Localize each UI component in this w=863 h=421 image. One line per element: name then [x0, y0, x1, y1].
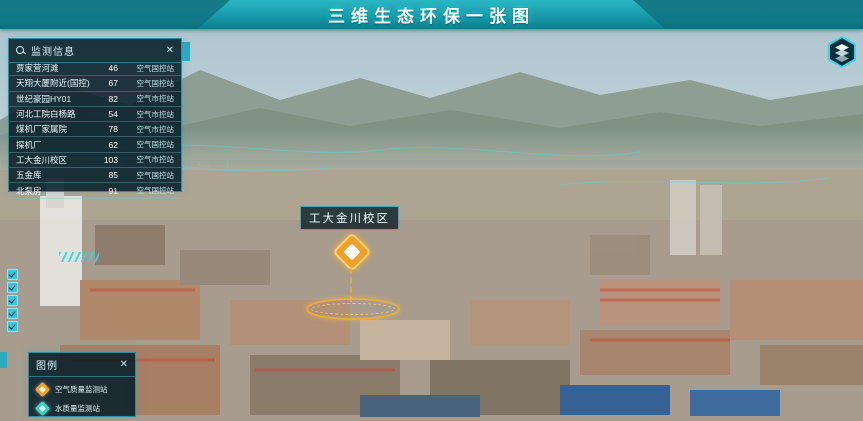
page-title: 三维生态环保一张图 [328, 2, 535, 27]
station-type: 空气市控站 [122, 109, 174, 120]
station-type: 空气国控站 [122, 170, 174, 181]
station-value: 103 [98, 155, 118, 165]
station-type: 空气市控站 [122, 154, 174, 165]
marker-diamond-icon [35, 401, 51, 417]
map-legend-panel: 图例 ✕ 空气质量监测站水质量监测站 [28, 352, 136, 417]
station-value: 78 [98, 124, 118, 134]
station-row[interactable]: 煤机厂家属院 78 空气市控站 [9, 122, 181, 137]
search-icon[interactable] [16, 46, 26, 56]
legend-panel-header: 图例 ✕ [29, 353, 135, 377]
station-row[interactable]: 河北工院白杨路 54 空气市控站 [9, 107, 181, 122]
station-name: 贾家营河滩 [16, 62, 94, 74]
station-type: 空气国控站 [122, 185, 174, 196]
checkbox-checked-icon[interactable] [7, 321, 18, 332]
station-name: 天翔大厦附近(国控) [16, 77, 94, 89]
station-row[interactable]: 工大金川校区 103 空气市控站 [9, 153, 181, 168]
station-value: 91 [98, 186, 118, 196]
station-panel-title: 监测信息 [31, 43, 161, 58]
marker-diamond-icon [35, 382, 51, 398]
station-type: 空气市控站 [122, 93, 174, 104]
close-icon[interactable]: ✕ [166, 46, 174, 56]
station-name: 河北工院白杨路 [16, 108, 94, 120]
hatch-decoration [59, 252, 99, 262]
station-type: 空气国控站 [122, 78, 174, 89]
station-marker-icon[interactable] [332, 232, 372, 272]
checkbox-checked-icon[interactable] [7, 295, 18, 306]
map-pin-group: 工大金川校区 [298, 206, 408, 316]
edge-tab[interactable] [0, 352, 7, 368]
pin-ground-ring [306, 298, 400, 320]
legend-item: 空气质量监测站 [37, 380, 127, 399]
station-list-panel: 监测信息 ✕ 贾家营河滩46空气国控站天翔大厦附近(国控)67空气国控站世纪豪园… [8, 38, 182, 192]
station-list: 贾家营河滩46空气国控站天翔大厦附近(国控)67空气国控站世纪豪园HY0182空… [9, 61, 181, 191]
station-name: 探机厂 [16, 139, 94, 151]
station-name: 煤机厂家属院 [16, 123, 94, 135]
station-value: 82 [98, 94, 118, 104]
station-row[interactable]: 探机厂 62 空气国控站 [9, 137, 181, 152]
station-panel-header: 监测信息 ✕ [9, 39, 181, 63]
station-type: 空气市控站 [122, 124, 174, 135]
station-row[interactable]: 北泵房 91 空气国控站 [9, 183, 181, 198]
station-value: 67 [98, 78, 118, 88]
station-row[interactable]: 五金库 85 空气国控站 [9, 168, 181, 183]
station-name: 北泵房 [16, 185, 94, 197]
station-type: 空气国控站 [122, 63, 174, 74]
app-window: 三维生态环保一张图 监测信息 ✕ 贾家营河滩46空气国控站天翔大厦附近(国控)6… [0, 0, 863, 421]
station-row[interactable]: 贾家营河滩 46 空气国控站 [9, 61, 181, 76]
station-value: 46 [98, 63, 118, 73]
station-row[interactable]: 世纪豪园HY01 82 空气市控站 [9, 92, 181, 107]
station-type: 空气国控站 [122, 139, 174, 150]
station-row[interactable]: 天翔大厦附近(国控) 67 空气国控站 [9, 76, 181, 91]
legend-label: 水质量监测站 [55, 403, 100, 414]
station-value: 54 [98, 109, 118, 119]
legend-item: 水质量监测站 [37, 399, 127, 418]
top-header: 三维生态环保一张图 [0, 0, 863, 29]
legend-panel-title: 图例 [36, 357, 115, 372]
pin-stem [350, 268, 352, 302]
checkbox-checked-icon[interactable] [7, 308, 18, 319]
legend-close-icon[interactable]: ✕ [120, 360, 128, 370]
checkbox-checked-icon[interactable] [7, 269, 18, 280]
layers-hexagon-icon[interactable] [826, 36, 858, 68]
legend-list: 空气质量监测站水质量监测站 [29, 377, 135, 421]
legend-label: 空气质量监测站 [55, 384, 108, 395]
map-pin-label[interactable]: 工大金川校区 [300, 206, 399, 230]
station-name: 五金库 [16, 169, 94, 181]
panel-tab[interactable] [182, 42, 190, 61]
station-name: 工大金川校区 [16, 154, 94, 166]
station-value: 62 [98, 140, 118, 150]
checkbox-checked-icon[interactable] [7, 282, 18, 293]
station-value: 85 [98, 170, 118, 180]
station-name: 世纪豪园HY01 [16, 93, 94, 105]
